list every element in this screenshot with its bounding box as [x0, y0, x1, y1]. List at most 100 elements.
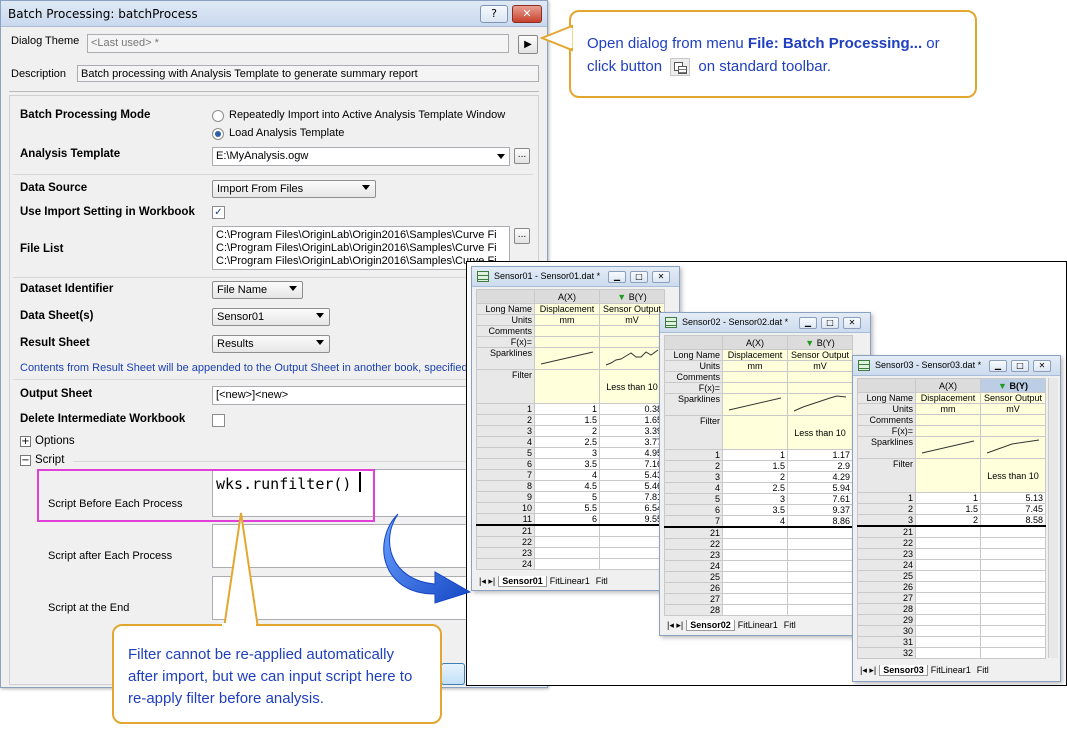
- tab-nav-icon[interactable]: |◂ ▸|: [664, 620, 686, 631]
- cell[interactable]: [599, 524, 665, 537]
- table-row[interactable]: 22: [476, 536, 665, 548]
- row-number[interactable]: 22: [857, 537, 916, 549]
- column-header-a[interactable]: A(X): [722, 335, 788, 350]
- tab-sensor[interactable]: Sensor01: [498, 576, 547, 587]
- row-number[interactable]: 6: [476, 458, 535, 470]
- row-number[interactable]: 31: [857, 636, 916, 648]
- table-row[interactable]: 11 6 9.55: [476, 513, 665, 526]
- table-row[interactable]: 30: [857, 625, 1046, 637]
- cell[interactable]: [787, 549, 853, 561]
- table-row[interactable]: 25: [857, 570, 1046, 582]
- row-number[interactable]: 27: [857, 592, 916, 604]
- tab-fitlinear[interactable]: FitLinear1: [928, 665, 974, 675]
- cell[interactable]: 8.86: [787, 515, 853, 528]
- worksheet-grid[interactable]: A(X) ▼ B(Y) Long Name Displacement Sensor O…: [857, 378, 1046, 659]
- cell[interactable]: mV: [787, 360, 853, 372]
- row-number[interactable]: 2: [857, 503, 916, 515]
- table-row[interactable]: 6 3.5 9.37: [664, 504, 853, 516]
- minimize-icon[interactable]: ▁: [799, 317, 817, 329]
- cell[interactable]: [980, 625, 1046, 637]
- row-number[interactable]: 7: [664, 515, 723, 528]
- vertical-scrollbar[interactable]: [1048, 378, 1058, 658]
- worksheet-grid[interactable]: A(X) ▼ B(Y) Long Name Displacement Sensor O…: [476, 289, 665, 570]
- cell[interactable]: [980, 603, 1046, 615]
- cell[interactable]: [915, 570, 981, 582]
- corner-cell[interactable]: [476, 289, 535, 304]
- expand-icon[interactable]: +: [20, 436, 31, 447]
- cell[interactable]: [980, 548, 1046, 560]
- cell[interactable]: [534, 524, 600, 537]
- worksheet-window-sensor01[interactable]: Sensor01 - Sensor01.dat * ▁ □ ✕ A(X) ▼ B(…: [471, 266, 680, 591]
- theme-menu-arrow-icon[interactable]: ▶: [518, 35, 538, 54]
- file-list-item[interactable]: C:\Program Files\OriginLab\Origin2016\Sa…: [216, 255, 506, 268]
- cell[interactable]: [915, 647, 981, 659]
- cell[interactable]: 5.43: [599, 469, 665, 481]
- cell[interactable]: 5.46: [599, 480, 665, 492]
- corner-cell[interactable]: [664, 335, 723, 350]
- cell[interactable]: Sensor Output: [787, 349, 853, 361]
- browse-files-button[interactable]: ...: [514, 228, 530, 244]
- cell[interactable]: [534, 547, 600, 559]
- table-row[interactable]: 7 4 5.43: [476, 469, 665, 481]
- cell[interactable]: 3.77: [599, 436, 665, 448]
- row-number[interactable]: 7: [476, 469, 535, 481]
- table-row[interactable]: 24: [476, 558, 665, 570]
- row-number[interactable]: 4: [476, 436, 535, 448]
- cell[interactable]: [534, 558, 600, 570]
- table-row[interactable]: 3 2 8.58: [857, 514, 1046, 527]
- row-number[interactable]: 28: [857, 603, 916, 615]
- minimize-icon[interactable]: ▁: [608, 271, 626, 283]
- cell[interactable]: [915, 414, 981, 426]
- maximize-icon[interactable]: □: [630, 271, 648, 283]
- cell[interactable]: 2.9: [787, 460, 853, 472]
- close-icon[interactable]: ✕: [1033, 360, 1051, 372]
- table-row[interactable]: 1 1 1.17: [664, 449, 853, 461]
- cell[interactable]: mV: [599, 314, 665, 326]
- cell[interactable]: [980, 559, 1046, 571]
- cell[interactable]: 1: [915, 492, 981, 504]
- minimize-icon[interactable]: ▁: [989, 360, 1007, 372]
- cell[interactable]: [915, 425, 981, 437]
- cell[interactable]: [722, 560, 788, 572]
- sparkline-cell[interactable]: [599, 347, 665, 370]
- cell[interactable]: [722, 526, 788, 539]
- datasheet-combo[interactable]: Sensor01: [212, 308, 330, 326]
- cell[interactable]: 8.58: [980, 514, 1046, 527]
- table-row[interactable]: 23: [476, 547, 665, 559]
- row-number[interactable]: 26: [857, 581, 916, 593]
- cell[interactable]: [787, 538, 853, 550]
- row-number[interactable]: 5: [476, 447, 535, 459]
- help-button[interactable]: ?: [480, 5, 508, 23]
- cell[interactable]: [915, 636, 981, 648]
- table-row[interactable]: 3 2 4.29: [664, 471, 853, 483]
- cell[interactable]: 3.39: [599, 425, 665, 437]
- row-number[interactable]: 11: [476, 513, 535, 526]
- table-row[interactable]: 32: [857, 647, 1046, 659]
- column-header-b[interactable]: ▼ B(Y): [599, 289, 665, 304]
- row-number[interactable]: 23: [664, 549, 723, 561]
- row-number[interactable]: 21: [857, 525, 916, 538]
- close-icon[interactable]: ✕: [843, 317, 861, 329]
- sparkline-cell[interactable]: [915, 436, 981, 459]
- table-row[interactable]: 4 2.5 5.94: [664, 482, 853, 494]
- cell[interactable]: [915, 625, 981, 637]
- row-number[interactable]: 1: [857, 492, 916, 504]
- cell[interactable]: 5.13: [980, 492, 1046, 504]
- cell[interactable]: [722, 549, 788, 561]
- cell[interactable]: 5.5: [534, 502, 600, 514]
- cell[interactable]: [722, 415, 788, 450]
- cell[interactable]: [722, 571, 788, 583]
- row-number[interactable]: 2: [476, 414, 535, 426]
- cell[interactable]: [787, 571, 853, 583]
- cell[interactable]: mm: [915, 403, 981, 415]
- sparkline-cell[interactable]: [787, 393, 853, 416]
- cell[interactable]: 1: [722, 449, 788, 461]
- cell[interactable]: 0.38: [599, 403, 665, 415]
- maximize-icon[interactable]: □: [1011, 360, 1029, 372]
- tab-fit[interactable]: Fitl: [781, 620, 799, 630]
- cell[interactable]: [915, 614, 981, 626]
- cell[interactable]: [722, 593, 788, 605]
- browse-template-button[interactable]: ...: [514, 148, 530, 164]
- cell[interactable]: [915, 581, 981, 593]
- filter-cell[interactable]: Less than 10: [980, 458, 1046, 493]
